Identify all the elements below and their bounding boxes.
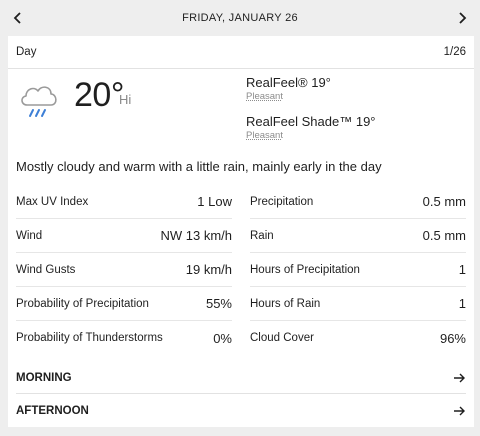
cloud-rain-icon — [21, 86, 57, 117]
detail-value: 1 — [458, 296, 466, 311]
details-panel: Max UV Index 1 Low Wind NW 13 km/h Wind … — [16, 185, 466, 355]
afternoon-section-link[interactable]: AFTERNOON — [16, 395, 466, 426]
detail-row: Hours of Precipitation 1 — [250, 253, 466, 287]
detail-row: Cloud Cover 96% — [250, 321, 466, 355]
previous-day-button[interactable] — [9, 9, 27, 27]
detail-value: 19 km/h — [185, 262, 232, 277]
day-date: 1/26 — [443, 46, 466, 58]
detail-row: Probability of Thunderstorms 0% — [16, 321, 232, 355]
detail-row: Max UV Index 1 Low — [16, 185, 232, 219]
chevron-left-icon — [13, 12, 21, 24]
realfeel-description[interactable]: Pleasant — [246, 91, 331, 103]
section-label: MORNING — [16, 372, 72, 384]
day-label: Day — [16, 46, 37, 58]
detail-label: Cloud Cover — [250, 332, 314, 344]
detail-value: 1 — [458, 262, 466, 277]
next-day-button[interactable] — [453, 9, 471, 27]
arrow-right-icon — [454, 373, 465, 383]
detail-row: Wind NW 13 km/h — [16, 219, 232, 253]
chevron-right-icon — [459, 12, 467, 24]
detail-value: 0.5 mm — [422, 228, 466, 243]
detail-label: Wind — [16, 229, 43, 242]
realfeel-shade-description[interactable]: Pleasant — [246, 130, 376, 142]
detail-row: Rain 0.5 mm — [250, 219, 466, 253]
realfeel-label: RealFeel® 19° — [246, 75, 331, 90]
forecast-summary: Mostly cloudy and warm with a little rai… — [16, 159, 382, 174]
detail-label: Probability of Precipitation — [16, 297, 149, 310]
realfeel-shade[interactable]: RealFeel Shade™ 19° Pleasant — [246, 114, 376, 142]
detail-row: Wind Gusts 19 km/h — [16, 253, 232, 287]
detail-label: Probability of Thunderstorms — [16, 332, 163, 344]
detail-label: Rain — [250, 229, 274, 242]
temperature: 20° — [74, 76, 124, 114]
detail-value: 0.5 mm — [422, 194, 466, 209]
date-title: FRIDAY, JANUARY 26 — [182, 12, 298, 24]
realfeel-shade-label: RealFeel Shade™ 19° — [246, 114, 376, 129]
details-left-column: Max UV Index 1 Low Wind NW 13 km/h Wind … — [16, 185, 232, 355]
detail-row: Precipitation 0.5 mm — [250, 185, 466, 219]
detail-row: Hours of Rain 1 — [250, 287, 466, 321]
hi-label: Hi — [119, 92, 132, 107]
morning-section-link[interactable]: MORNING — [16, 363, 466, 394]
details-right-column: Precipitation 0.5 mm Rain 0.5 mm Hours o… — [250, 185, 466, 355]
detail-label: Max UV Index — [16, 195, 89, 208]
detail-label: Hours of Precipitation — [250, 263, 360, 276]
detail-label: Hours of Rain — [250, 297, 321, 310]
realfeel[interactable]: RealFeel® 19° Pleasant — [246, 75, 331, 103]
detail-label: Wind Gusts — [16, 263, 76, 276]
section-label: AFTERNOON — [16, 404, 89, 417]
detail-label: Precipitation — [250, 195, 314, 208]
hero: 20° Hi RealFeel® 19° Pleasant RealFeel S… — [8, 69, 474, 149]
day-bar: Day 1/26 — [8, 36, 474, 69]
date-header: FRIDAY, JANUARY 26 — [0, 0, 480, 36]
day-forecast-card: Day 1/26 20° Hi RealFeel® 19° Pleasant R… — [8, 36, 474, 427]
detail-value: NW 13 km/h — [160, 228, 232, 243]
arrow-right-icon — [454, 406, 465, 415]
detail-row: Probability of Precipitation 55% — [16, 287, 232, 321]
detail-value: 55% — [205, 296, 232, 311]
detail-value: 1 Low — [197, 194, 232, 209]
detail-value: 96% — [439, 330, 466, 346]
detail-value: 0% — [213, 330, 232, 346]
